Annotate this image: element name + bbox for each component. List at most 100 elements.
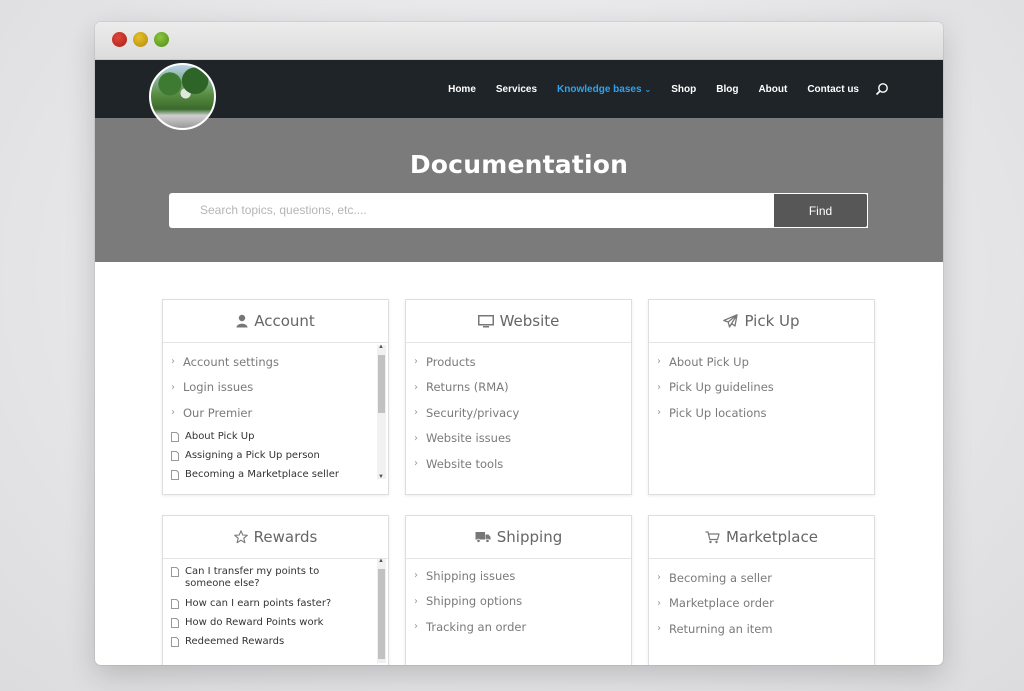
topic-label: Shipping options	[426, 594, 523, 609]
hero-section: Documentation Search topics, questions, …	[95, 118, 943, 262]
star-icon	[233, 530, 248, 544]
article-item[interactable]: Assigning a Pick Up person	[163, 450, 388, 461]
article-label: How can I earn points faster?	[185, 598, 332, 609]
list-item[interactable]: › Becoming a seller	[649, 565, 874, 591]
find-button[interactable]: Find	[773, 193, 868, 228]
card-rewards: Rewards Can I transfer my points to some…	[162, 515, 389, 665]
scrollbar[interactable]: ▲	[377, 558, 386, 663]
site-logo[interactable]	[149, 63, 216, 130]
card-list: › Becoming a seller › Marketplace order › R…	[649, 559, 874, 642]
scroll-up-icon[interactable]: ▲	[378, 558, 384, 564]
topic-label: Returns (RMA)	[426, 380, 509, 395]
card-header[interactable]: Account	[163, 300, 388, 343]
nav-about[interactable]: About	[758, 84, 787, 95]
card-account: Account › Account settings › Login issues …	[162, 299, 389, 495]
list-item[interactable]: › Website issues	[406, 426, 631, 452]
topic-label: Returning an item	[669, 621, 773, 636]
nav-services[interactable]: Services	[496, 84, 537, 95]
list-item[interactable]: › Pick Up guidelines	[649, 375, 874, 401]
topic-label: Pick Up locations	[669, 405, 767, 420]
site-header: Home Services Knowledge bases ⌄ Shop Blog…	[95, 60, 943, 130]
scrollbar[interactable]: ▲ ▼	[377, 344, 386, 480]
card-header[interactable]: Shipping	[406, 516, 631, 559]
card-title: Pick Up	[744, 312, 800, 330]
topic-label: Pick Up guidelines	[669, 380, 774, 395]
list-item[interactable]: › Website tools	[406, 451, 631, 477]
topic-label: Becoming a seller	[669, 570, 772, 585]
topic-label: Marketplace order	[669, 596, 774, 611]
search-icon[interactable]	[875, 82, 889, 96]
article-item[interactable]: About Pick Up	[163, 431, 388, 442]
list-item[interactable]: › Products	[406, 349, 631, 375]
list-item[interactable]: › Marketplace order	[649, 591, 874, 617]
article-item[interactable]: How can I earn points faster?	[163, 598, 388, 609]
nav-knowledge-bases[interactable]: Knowledge bases ⌄	[557, 84, 651, 95]
window-titlebar	[95, 22, 943, 60]
list-item[interactable]: › Pick Up locations	[649, 400, 874, 426]
chevron-right-icon: ›	[657, 356, 661, 368]
article-item[interactable]: How do Reward Points work	[163, 617, 388, 628]
list-item[interactable]: › Account settings	[163, 349, 388, 375]
nav-contact-us[interactable]: Contact us	[807, 84, 859, 95]
card-header[interactable]: Website	[406, 300, 631, 343]
chevron-right-icon: ›	[414, 458, 418, 470]
minimize-window-button[interactable]	[133, 32, 148, 47]
card-list: › Shipping issues › Shipping options › Trac…	[406, 559, 631, 640]
maximize-window-button[interactable]	[154, 32, 169, 47]
article-label: Redeemed Rewards	[185, 636, 285, 647]
article-item[interactable]: Becoming a Marketplace seller	[163, 469, 388, 480]
chevron-right-icon: ›	[414, 621, 418, 633]
chevron-right-icon: ›	[414, 432, 418, 444]
topic-label: Tracking an order	[426, 619, 527, 634]
list-item[interactable]: › Returning an item	[649, 616, 874, 642]
nav-home[interactable]: Home	[448, 84, 476, 95]
scrollbar-thumb[interactable]	[378, 569, 385, 659]
document-icon	[171, 599, 179, 609]
scroll-up-icon[interactable]: ▲	[378, 344, 384, 350]
chevron-right-icon: ›	[657, 623, 661, 635]
card-list: › About Pick Up › Pick Up guidelines › Pick…	[649, 343, 874, 426]
chevron-right-icon: ›	[414, 356, 418, 368]
scroll-down-icon[interactable]: ▼	[378, 474, 384, 480]
nav-knowledge-bases-label: Knowledge bases	[557, 83, 642, 95]
list-item[interactable]: › Login issues	[163, 375, 388, 401]
list-item[interactable]: › Security/privacy	[406, 400, 631, 426]
card-shipping: Shipping › Shipping issues › Shipping opti…	[405, 515, 632, 665]
list-item[interactable]: › Shipping options	[406, 589, 631, 615]
topic-label: Login issues	[183, 380, 254, 395]
monitor-icon	[477, 314, 494, 327]
topic-label: Products	[426, 354, 476, 369]
topic-label: Shipping issues	[426, 568, 516, 583]
main-nav: Home Services Knowledge bases ⌄ Shop Blog…	[428, 60, 889, 118]
scrollbar-thumb[interactable]	[378, 355, 385, 413]
search-input[interactable]: Search topics, questions, etc....	[169, 193, 868, 228]
card-header[interactable]: Pick Up	[649, 300, 874, 343]
chevron-right-icon: ›	[171, 407, 175, 419]
list-item[interactable]: › Returns (RMA)	[406, 375, 631, 401]
card-title: Website	[499, 312, 560, 330]
document-icon	[171, 450, 179, 461]
chevron-right-icon: ›	[657, 381, 661, 393]
close-window-button[interactable]	[112, 32, 127, 47]
article-label: About Pick Up	[185, 430, 255, 442]
article-item[interactable]: Can I transfer my points to someone else…	[163, 566, 388, 590]
chevron-right-icon: ›	[171, 381, 175, 393]
chevron-right-icon: ›	[414, 595, 418, 607]
list-item[interactable]: › Our Premier	[163, 400, 388, 426]
list-item[interactable]: › Tracking an order	[406, 614, 631, 640]
article-item[interactable]: Redeemed Rewards	[163, 636, 388, 647]
topic-label: Account settings	[183, 354, 279, 369]
list-item[interactable]: › Shipping issues	[406, 563, 631, 589]
topic-label: Website tools	[426, 456, 504, 471]
nav-shop[interactable]: Shop	[671, 84, 696, 95]
card-header[interactable]: Marketplace	[649, 516, 874, 559]
card-list: Can I transfer my points to someone else…	[163, 558, 388, 663]
card-header[interactable]: Rewards	[163, 516, 388, 559]
nav-blog[interactable]: Blog	[716, 84, 738, 95]
document-icon	[171, 469, 179, 480]
card-list: › Products › Returns (RMA) › Security/priva…	[406, 343, 631, 477]
user-icon	[236, 314, 248, 328]
article-label: How do Reward Points work	[185, 617, 324, 628]
list-item[interactable]: › About Pick Up	[649, 349, 874, 375]
document-icon	[171, 618, 179, 628]
